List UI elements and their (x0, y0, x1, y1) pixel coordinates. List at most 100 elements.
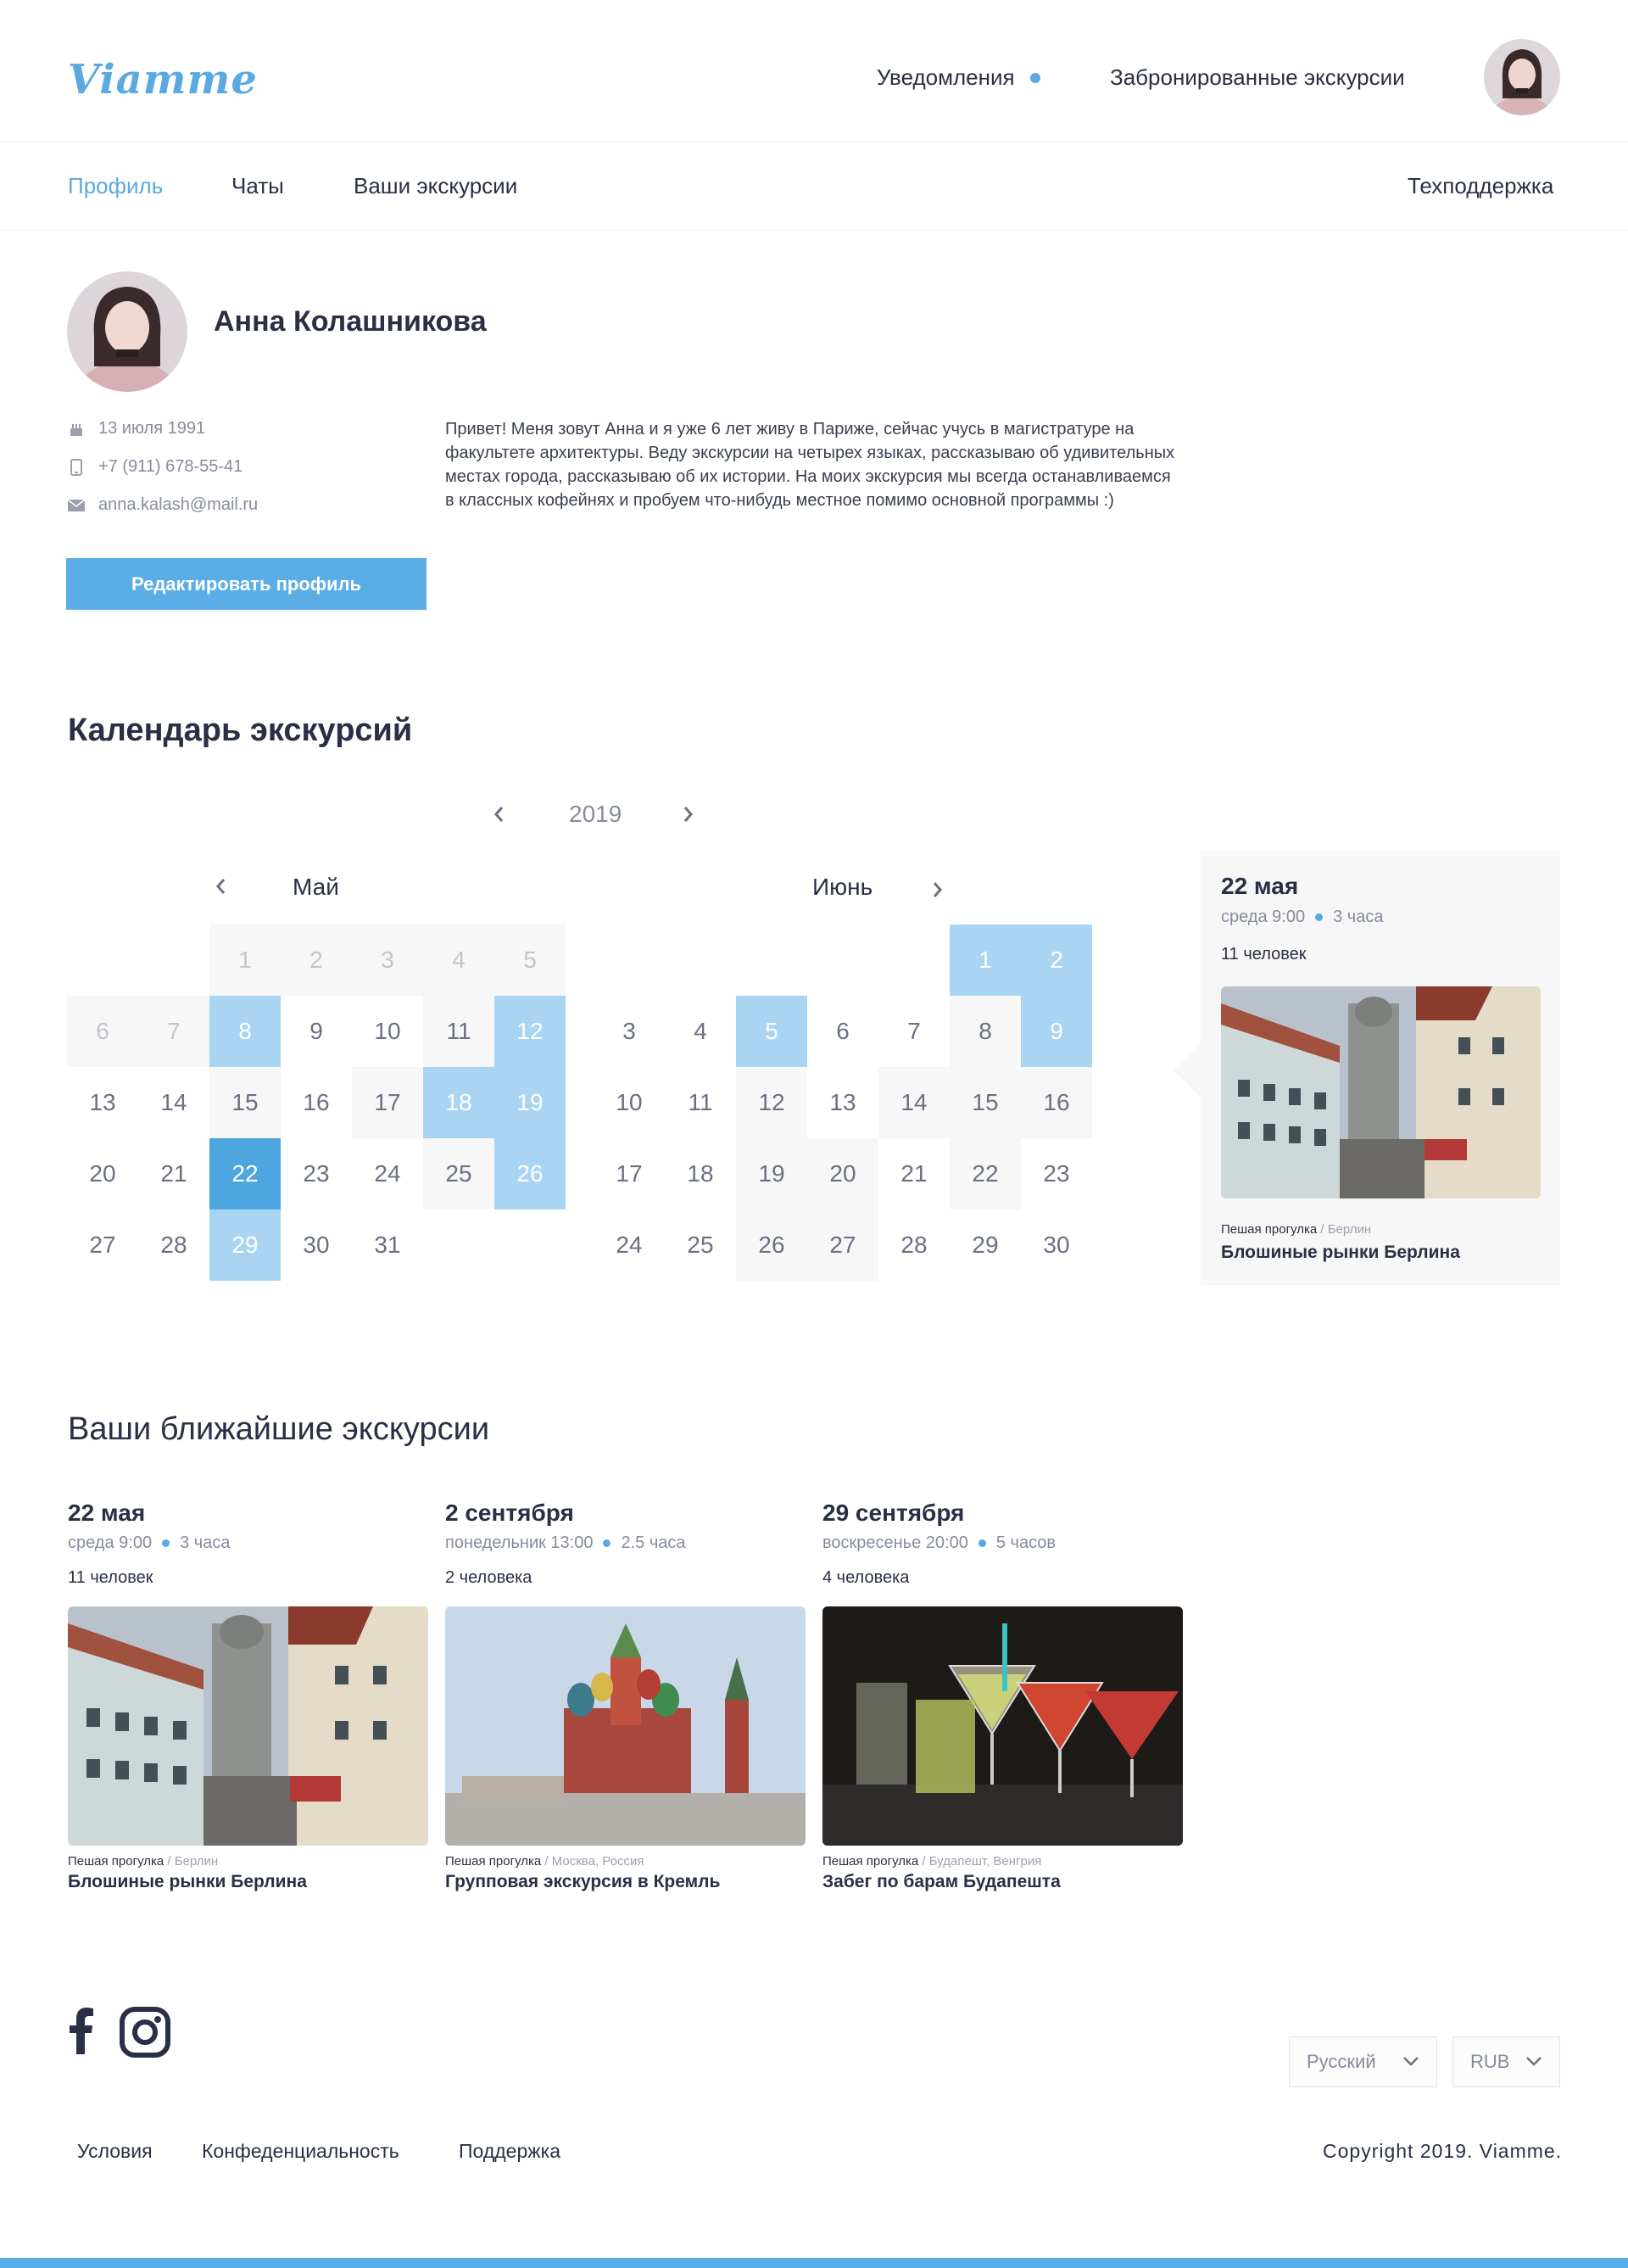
upcoming-title[interactable]: Групповая экскурсия в Кремль (445, 1872, 806, 1892)
calendar-day-june-22[interactable]: 22 (950, 1138, 1021, 1209)
calendar-day-june-13[interactable]: 13 (807, 1067, 878, 1138)
notifications-link[interactable]: Уведомления (877, 64, 1040, 91)
calendar-day-may-31[interactable]: 31 (352, 1209, 423, 1281)
calendar-day-june-30[interactable]: 30 (1021, 1209, 1092, 1281)
calendar-day-may-10[interactable]: 10 (352, 996, 423, 1067)
calendar-day-june-23[interactable]: 23 (1021, 1138, 1092, 1209)
card-title[interactable]: Блошиные рынки Берлина (1221, 1243, 1460, 1263)
calendar-day-may-16[interactable]: 16 (281, 1067, 352, 1138)
top-header: Viamme Уведомления Забронированные экску… (0, 0, 1628, 142)
calendar-day-may-19[interactable]: 19 (494, 1067, 566, 1138)
tab-chats[interactable]: Чаты (231, 173, 284, 199)
avatar-portrait-icon (1484, 39, 1560, 115)
user-avatar[interactable] (1484, 39, 1560, 115)
calendar-day-may-17[interactable]: 17 (352, 1067, 423, 1138)
language-select[interactable]: Русский (1289, 2036, 1437, 2087)
upcoming-time: среда 9:00 (68, 1533, 153, 1552)
calendar-day-may-21[interactable]: 21 (138, 1138, 209, 1209)
calendar-day-may-11[interactable]: 11 (423, 996, 494, 1067)
language-value: Русский (1307, 2051, 1376, 2072)
footer-link-support[interactable]: Поддержка (459, 2140, 560, 2163)
calendar-day-june-25[interactable]: 25 (665, 1209, 736, 1281)
calendar-day-june-5[interactable]: 5 (736, 996, 807, 1067)
calendar-day-june-20[interactable]: 20 (807, 1138, 878, 1209)
calendar-day-may-30[interactable]: 30 (281, 1209, 352, 1281)
currency-select[interactable]: RUB (1452, 2036, 1560, 2087)
upcoming-item[interactable]: 29 сентября воскресенье 20:00 5 часов 4 … (822, 1500, 1183, 1892)
brand-logo[interactable]: Viamme (68, 56, 258, 103)
calendar-day-may-14[interactable]: 14 (138, 1067, 209, 1138)
calendar-day-may-1[interactable]: 1 (209, 925, 281, 996)
calendar-day-may-26[interactable]: 26 (494, 1138, 566, 1209)
calendar-day-june-26[interactable]: 26 (736, 1209, 807, 1281)
calendar-day-june-14[interactable]: 14 (878, 1067, 950, 1138)
card-pointer (1174, 1043, 1201, 1098)
calendar-day-may-3[interactable]: 3 (352, 925, 423, 996)
upcoming-duration: 2.5 часа (621, 1533, 686, 1552)
selected-day-card[interactable]: 22 мая среда 9:00 3 часа 11 человек Пеша… (1201, 851, 1560, 1285)
calendar-day-june-19[interactable]: 19 (736, 1138, 807, 1209)
calendar-day-june-29[interactable]: 29 (950, 1209, 1021, 1281)
calendar-day-june-9[interactable]: 9 (1021, 996, 1092, 1067)
tab-your-excursions[interactable]: Ваши экскурсии (354, 173, 517, 199)
calendar-day-june-4[interactable]: 4 (665, 996, 736, 1067)
calendar-day-may-27[interactable]: 27 (67, 1209, 138, 1281)
calendar-day-may-24[interactable]: 24 (352, 1138, 423, 1209)
calendar-day-may-23[interactable]: 23 (281, 1138, 352, 1209)
upcoming-time: понедельник 13:00 (445, 1533, 594, 1552)
calendar-day-june-18[interactable]: 18 (665, 1138, 736, 1209)
calendar-day-june-1[interactable]: 1 (950, 925, 1021, 996)
calendar-day-may-28[interactable]: 28 (138, 1209, 209, 1281)
month-prev-chevron-icon[interactable] (214, 876, 227, 902)
calendar-day-june-24[interactable]: 24 (594, 1209, 665, 1281)
calendar-day-may-13[interactable]: 13 (67, 1067, 138, 1138)
calendar-day-june-7[interactable]: 7 (878, 996, 950, 1067)
calendar-day-june-10[interactable]: 10 (594, 1067, 665, 1138)
tab-profile[interactable]: Профиль (68, 173, 163, 199)
calendar-day-june-11[interactable]: 11 (665, 1067, 736, 1138)
calendar-day-may-18[interactable]: 18 (423, 1067, 494, 1138)
calendar-day-june-3[interactable]: 3 (594, 996, 665, 1067)
calendar-day-may-6[interactable]: 6 (67, 996, 138, 1067)
calendar-day-may-9[interactable]: 9 (281, 996, 352, 1067)
calendar-day-may-22[interactable]: 22 (209, 1138, 281, 1209)
calendar-day-june-8[interactable]: 8 (950, 996, 1021, 1067)
edit-profile-button[interactable]: Редактировать профиль (66, 558, 427, 610)
calendar-day-may-4[interactable]: 4 (423, 925, 494, 996)
instagram-icon[interactable] (120, 2007, 170, 2062)
calendar-day-may-15[interactable]: 15 (209, 1067, 281, 1138)
calendar-day-june-21[interactable]: 21 (878, 1138, 950, 1209)
calendar-day-june-2[interactable]: 2 (1021, 925, 1092, 996)
tab-support[interactable]: Техподдержка (1408, 173, 1553, 199)
calendar-day-june-28[interactable]: 28 (878, 1209, 950, 1281)
calendar-day-june-15[interactable]: 15 (950, 1067, 1021, 1138)
calendar-day-june-27[interactable]: 27 (807, 1209, 878, 1281)
calendar-day-june-16[interactable]: 16 (1021, 1067, 1092, 1138)
booked-excursions-link[interactable]: Забронированные экскурсии (1110, 64, 1405, 91)
calendar-day-may-5[interactable]: 5 (494, 925, 566, 996)
year-prev-chevron-icon[interactable] (492, 804, 505, 830)
calendar-day-june-6[interactable]: 6 (807, 996, 878, 1067)
calendar-day-may-12[interactable]: 12 (494, 996, 566, 1067)
calendar-day-may-29[interactable]: 29 (209, 1209, 281, 1281)
calendar-day-june-12[interactable]: 12 (736, 1067, 807, 1138)
month-next-chevron-icon[interactable] (931, 880, 945, 905)
profile-tabs: Профиль Чаты Ваши экскурсии Техподдержка (0, 142, 1628, 231)
year-next-chevron-icon[interactable] (682, 804, 695, 830)
calendar-day-may-2[interactable]: 2 (281, 925, 352, 996)
upcoming-type: Пешая прогулка (822, 1854, 919, 1869)
upcoming-title[interactable]: Забег по барам Будапешта (822, 1872, 1183, 1892)
calendar-day-may-25[interactable]: 25 (423, 1138, 494, 1209)
email-row: anna.kalash@mail.ru (68, 495, 258, 515)
bottom-accent-bar (0, 2258, 1628, 2268)
upcoming-title[interactable]: Блошиные рынки Берлина (68, 1872, 428, 1892)
calendar-day-may-8[interactable]: 8 (209, 996, 281, 1067)
footer-link-terms[interactable]: Условия (77, 2140, 153, 2163)
upcoming-item[interactable]: 2 сентября понедельник 13:00 2.5 часа 2 … (445, 1500, 806, 1892)
upcoming-item[interactable]: 22 мая среда 9:00 3 часа 11 человек Пеша… (68, 1500, 428, 1892)
calendar-day-may-7[interactable]: 7 (138, 996, 209, 1067)
footer-link-privacy[interactable]: Конфеденциальность (202, 2140, 399, 2163)
calendar-day-may-20[interactable]: 20 (67, 1138, 138, 1209)
facebook-icon[interactable] (68, 2007, 93, 2059)
calendar-day-june-17[interactable]: 17 (594, 1138, 665, 1209)
